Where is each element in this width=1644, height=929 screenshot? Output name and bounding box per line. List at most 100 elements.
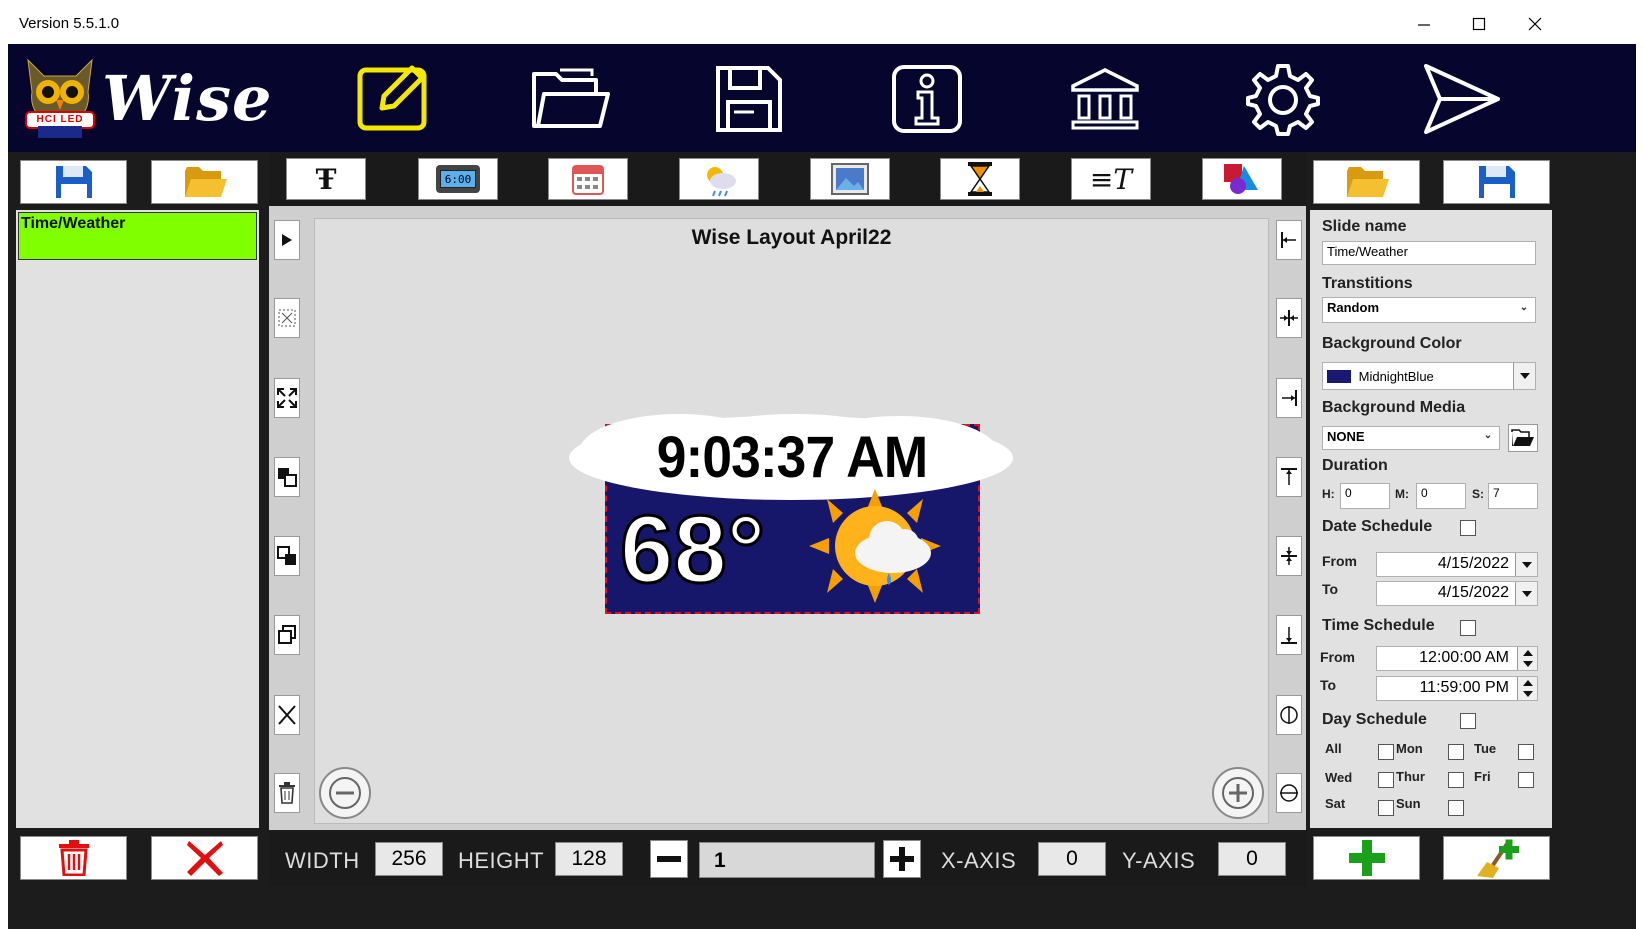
time-to-value: 11:59:00 PM xyxy=(1419,679,1509,696)
date-schedule-checkbox[interactable] xyxy=(1460,520,1476,536)
open-slides-button[interactable] xyxy=(151,160,258,204)
slide-name-input[interactable]: Time/Weather xyxy=(1322,241,1536,265)
send-icon xyxy=(1424,64,1500,134)
shapes-icon xyxy=(1224,164,1258,194)
clear-slides-button[interactable] xyxy=(151,836,258,880)
day-sun-checkbox[interactable] xyxy=(1448,800,1464,816)
text-tool-button[interactable]: Ŧ xyxy=(286,158,366,200)
slide-item-label: Time/Weather xyxy=(21,215,126,232)
align-middle-button[interactable] xyxy=(1276,536,1302,576)
day-sat-checkbox[interactable] xyxy=(1378,800,1394,816)
day-thur-checkbox[interactable] xyxy=(1448,772,1464,788)
align-bottom-button[interactable] xyxy=(1276,615,1302,655)
y-axis-input[interactable]: 0 xyxy=(1218,842,1286,876)
day-fri-checkbox[interactable] xyxy=(1518,772,1534,788)
close-icon[interactable] xyxy=(1513,8,1557,40)
delete-element-button[interactable] xyxy=(274,773,300,813)
flip-horizontal-button[interactable] xyxy=(1276,695,1302,735)
slide-item-time-weather[interactable]: Time/Weather xyxy=(18,212,257,260)
weather-tool-button[interactable] xyxy=(679,158,759,200)
open-slide-properties-button[interactable] xyxy=(1313,160,1420,204)
date-to-picker[interactable]: 4/15/2022 xyxy=(1376,581,1538,606)
duplicate-button[interactable] xyxy=(274,615,300,655)
save-button[interactable] xyxy=(707,60,791,138)
add-slide-button[interactable] xyxy=(1313,836,1420,880)
calendar-tool-button[interactable] xyxy=(548,158,628,200)
transitions-select[interactable]: Random ⌄ xyxy=(1322,297,1536,323)
time-schedule-label: Time Schedule xyxy=(1322,617,1435,634)
image-tool-button[interactable] xyxy=(810,158,890,200)
plus-icon xyxy=(890,847,914,871)
design-canvas[interactable]: Wise Layout April22 9:03:37 AM 68° xyxy=(314,218,1269,824)
day-sat-label: Sat xyxy=(1325,796,1346,811)
calendar-dropdown-icon xyxy=(1515,582,1537,605)
zoom-in-icon xyxy=(1222,777,1254,809)
zoom-out-icon xyxy=(329,777,361,809)
save-slides-button[interactable] xyxy=(20,160,127,204)
play-button[interactable] xyxy=(274,220,300,260)
fit-button[interactable] xyxy=(274,378,300,418)
gear-icon xyxy=(1246,64,1320,136)
time-from-spinner[interactable]: 12:00:00 AM xyxy=(1376,646,1538,671)
scroll-text-tool-button[interactable]: ≡T xyxy=(1071,158,1151,200)
copy-icon xyxy=(278,625,296,644)
time-schedule-checkbox[interactable] xyxy=(1460,620,1476,636)
day-schedule-label: Day Schedule xyxy=(1322,711,1427,728)
clock-tool-button[interactable]: 6:00 xyxy=(418,158,498,200)
save-slide-properties-button[interactable] xyxy=(1443,160,1550,204)
day-tue-checkbox[interactable] xyxy=(1518,744,1534,760)
scroll-text-icon: ≡T xyxy=(1089,162,1133,196)
day-thur-label: Thur xyxy=(1396,769,1425,784)
send-backward-button[interactable] xyxy=(274,536,300,576)
day-schedule-checkbox[interactable] xyxy=(1460,713,1476,729)
bg-media-label: Background Media xyxy=(1322,399,1466,416)
flip-vertical-button[interactable] xyxy=(1276,773,1302,813)
align-center-h-button[interactable] xyxy=(1276,298,1302,338)
left-toolbar xyxy=(16,160,263,208)
shapes-tool-button[interactable] xyxy=(1202,158,1282,200)
bg-color-select[interactable]: MidnightBlue xyxy=(1322,362,1536,390)
time-to-spinner[interactable]: 11:59:00 PM xyxy=(1376,676,1538,701)
seconds-input[interactable]: 7 xyxy=(1488,483,1538,509)
x-axis-label: X-AXIS xyxy=(941,848,1017,873)
open-button[interactable] xyxy=(529,60,613,138)
bg-media-select[interactable]: NONE ⌄ xyxy=(1322,426,1500,450)
new-clean-slide-button[interactable] xyxy=(1443,836,1550,880)
zoom-increase-button[interactable] xyxy=(883,840,921,878)
properties-panel: Slide name Time/Weather Transtitions Ran… xyxy=(1310,210,1552,828)
date-to-label: To xyxy=(1322,581,1339,597)
day-all-checkbox[interactable] xyxy=(1378,744,1394,760)
zoom-level-field[interactable]: 1 xyxy=(699,842,875,878)
day-mon-checkbox[interactable] xyxy=(1448,744,1464,760)
browse-media-button[interactable] xyxy=(1508,424,1538,452)
align-top-button[interactable] xyxy=(1276,457,1302,497)
send-button[interactable] xyxy=(1420,60,1504,138)
width-input[interactable]: 256 xyxy=(375,842,443,876)
hours-input[interactable]: 0 xyxy=(1340,483,1390,509)
date-from-picker[interactable]: 4/15/2022 xyxy=(1376,552,1538,577)
zoom-in-button[interactable] xyxy=(1212,767,1264,819)
timer-tool-button[interactable] xyxy=(940,158,1020,200)
delete-slide-button[interactable] xyxy=(20,836,127,880)
remove-element-button[interactable] xyxy=(274,695,300,735)
broom-plus-icon xyxy=(1476,839,1519,878)
day-wed-checkbox[interactable] xyxy=(1378,772,1394,788)
settings-button[interactable] xyxy=(1241,60,1325,138)
calendar-icon xyxy=(572,165,604,195)
seconds-label: S: xyxy=(1472,487,1484,501)
align-right-button[interactable] xyxy=(1276,378,1302,418)
edit-button[interactable] xyxy=(352,60,436,138)
height-input[interactable]: 128 xyxy=(555,842,623,876)
deselect-button[interactable] xyxy=(274,298,300,338)
x-axis-input[interactable]: 0 xyxy=(1038,842,1106,876)
canvas-frame: Wise Layout April22 9:03:37 AM 68° xyxy=(269,206,1306,830)
zoom-out-button[interactable] xyxy=(319,767,371,819)
zoom-decrease-button[interactable] xyxy=(650,840,688,878)
info-button[interactable] xyxy=(885,60,969,138)
minimize-icon[interactable] xyxy=(1402,8,1446,40)
library-button[interactable] xyxy=(1063,60,1147,138)
align-left-button[interactable] xyxy=(1276,220,1302,260)
bring-forward-button[interactable] xyxy=(274,457,300,497)
minutes-input[interactable]: 0 xyxy=(1416,483,1466,509)
maximize-icon[interactable] xyxy=(1457,8,1501,40)
